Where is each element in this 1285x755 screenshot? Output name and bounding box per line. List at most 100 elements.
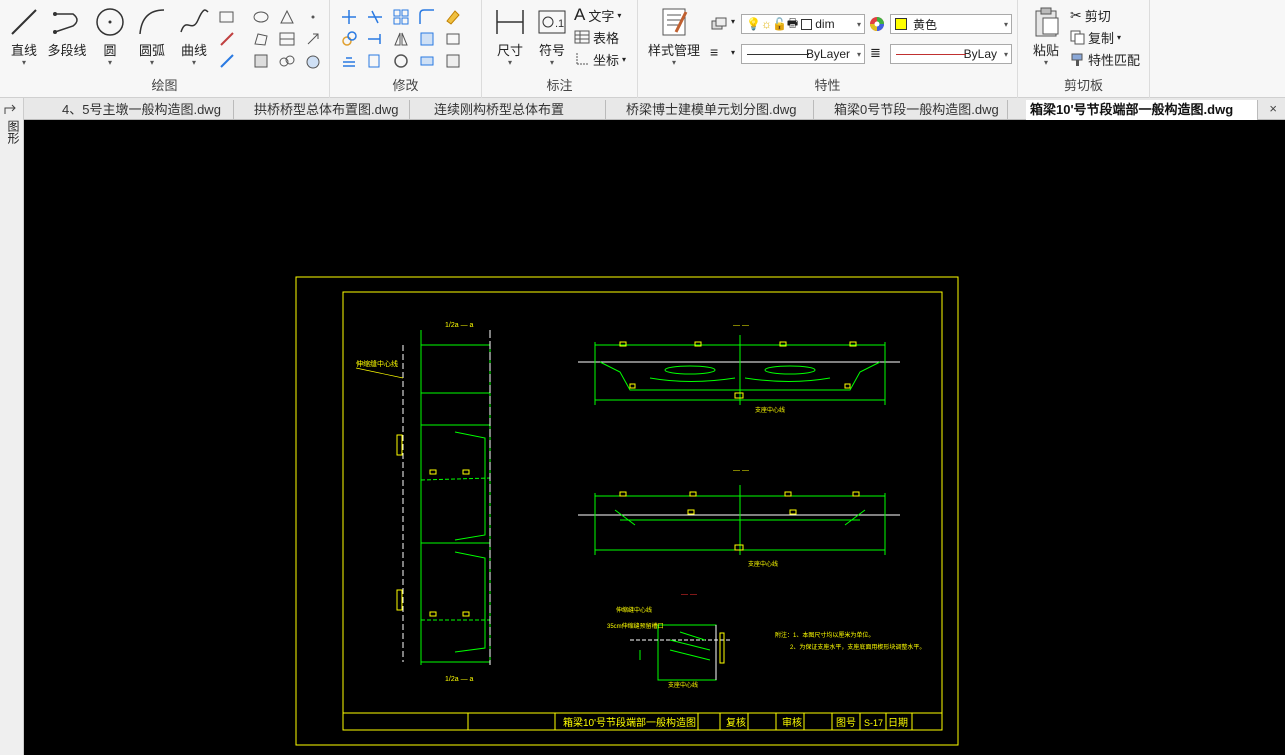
polyline-button[interactable]: 多段线 — [46, 6, 88, 70]
copy-icon — [1070, 30, 1085, 44]
copy-label: 复制 — [1088, 30, 1115, 46]
color-dropdown[interactable]: 黄色 ▾ — [890, 14, 1012, 34]
break-icon[interactable] — [418, 52, 436, 70]
ray-icon[interactable] — [218, 52, 236, 70]
dimension-button[interactable]: 尺寸 ▾ — [490, 6, 530, 70]
chevron-down-icon: ▾ — [107, 58, 112, 67]
array-icon[interactable] — [392, 8, 410, 26]
region-icon[interactable] — [252, 30, 270, 48]
draw-group: 直线 ▾ 多段线 圆 ▾ 圆弧 ▾ 曲线 ▾ 绘图 — [0, 0, 330, 98]
block-icon[interactable] — [252, 52, 270, 70]
drawing-panel-label[interactable]: 图形 — [5, 120, 20, 144]
detail-expansion-note: 伸缩缝中心线 — [616, 606, 652, 614]
point-icon[interactable] — [304, 8, 322, 26]
arrow-icon[interactable] — [304, 30, 322, 48]
panel-toggle-icon[interactable] — [2, 104, 22, 118]
chevron-down-icon: ▾ — [1043, 58, 1048, 67]
chevron-down-icon: ▾ — [191, 58, 196, 67]
note-line-1: 附注：1、本图尺寸均以厘米为单位。 — [775, 631, 874, 639]
note-line-2: 2、为保证支座水平，支座底面用楔形块调整水平。 — [790, 643, 925, 651]
ellipse-icon[interactable] — [252, 8, 270, 26]
cloud-icon[interactable] — [278, 52, 296, 70]
middle-cross-section — [578, 485, 900, 555]
linetype-dropdown[interactable]: ByLayer ▾ — [741, 44, 865, 64]
close-tab-icon[interactable]: × — [1269, 101, 1277, 116]
title-block-audit: 审核 — [782, 716, 802, 729]
text-button[interactable]: A 文字 ▾ — [574, 5, 621, 25]
arc-button[interactable]: 圆弧 ▾ — [132, 6, 172, 70]
printer-icon: 🖶 — [786, 15, 799, 30]
edit-properties-icon[interactable] — [444, 52, 462, 70]
trim-icon[interactable] — [366, 8, 384, 26]
tab-doc-4[interactable]: 桥梁博士建模单元划分图.dwg — [622, 100, 814, 120]
chevron-down-icon: ▾ — [856, 19, 861, 29]
offset-icon[interactable] — [340, 52, 358, 70]
tab-doc-6-active[interactable]: 箱梁10'号节段端部一般构造图.dwg — [1026, 100, 1258, 120]
coordinate-button[interactable]: 坐标 ▾ — [574, 49, 626, 69]
tab-doc-1[interactable]: 4、5号主墩一般构造图.dwg — [58, 100, 234, 120]
symbol-icon: .1 — [538, 10, 566, 34]
rotate-icon[interactable] — [392, 52, 410, 70]
chevron-down-icon: ▾ — [622, 54, 627, 64]
clipboard-group-title: 剪切板 — [1063, 78, 1103, 93]
style-manager-button[interactable]: 样式管理 ▾ — [646, 6, 702, 70]
list-icon[interactable]: ≡ — [710, 44, 718, 60]
extend-icon[interactable] — [366, 30, 384, 48]
layer-state-icon[interactable] — [710, 15, 728, 33]
title-block-no-value: S-17 — [864, 718, 883, 728]
chevron-down-icon: ▾ — [1117, 32, 1122, 42]
layer-dropdown[interactable]: 💡 ☼ 🔓 🖶 dim ▾ — [741, 14, 865, 34]
table-button[interactable]: 表格 — [574, 27, 619, 47]
move-icon[interactable] — [340, 8, 358, 26]
stretch-icon[interactable] — [444, 30, 462, 48]
document-tab-bar: 4、5号主墩一般构造图.dwg 拱桥桥型总体布置图.dwg 连续刚构桥型总体布置… — [0, 98, 1285, 120]
match-properties-button[interactable]: 特性匹配 — [1070, 49, 1140, 69]
svg-text:.1: .1 — [555, 18, 564, 30]
wipeout-icon[interactable] — [304, 52, 322, 70]
scale-icon[interactable] — [366, 52, 384, 70]
copy-object-icon[interactable] — [340, 30, 358, 48]
chevron-down-icon: ▾ — [671, 58, 676, 67]
chevron-down-icon: ▾ — [149, 58, 154, 67]
color-wheel-icon[interactable] — [868, 15, 886, 33]
title-block-drawing-no: 图号 — [836, 717, 856, 729]
sun-icon: ☼ — [760, 17, 772, 31]
tab-doc-3[interactable]: 连续刚构桥型总体布置 — [430, 100, 606, 120]
erase-icon[interactable] — [444, 8, 462, 26]
explode-icon[interactable] — [418, 30, 436, 48]
scissors-icon: ✂ — [1070, 6, 1082, 23]
chevron-down-icon: ▾ — [1003, 49, 1008, 59]
draw-group-title: 绘图 — [151, 78, 178, 93]
style-manager-label: 样式管理 — [647, 43, 700, 58]
copy-button[interactable]: 复制 ▾ — [1070, 27, 1121, 47]
match-brush-icon — [1071, 53, 1083, 66]
paste-button[interactable]: 粘贴 ▾ — [1026, 6, 1066, 70]
middle-section-label: — — — [733, 467, 749, 474]
mirror-icon[interactable] — [392, 30, 410, 48]
bulb-icon: 💡 — [746, 17, 761, 31]
symbol-button[interactable]: .1 符号 ▾ — [532, 6, 572, 70]
bottom-view-label: 1/2a — a — [445, 676, 474, 683]
hatch-icon[interactable] — [218, 30, 236, 48]
line-button[interactable]: 直线 ▾ — [4, 6, 44, 70]
drawing-canvas[interactable]: 1/2a — a 1/2a — a 伸缩缝中心线 — — 支座中心线 — — 支… — [24, 120, 1285, 755]
lineweight-dropdown[interactable]: ByLay ▾ — [890, 44, 1012, 64]
rectangle-icon[interactable] — [218, 8, 236, 26]
fillet-icon[interactable] — [418, 8, 436, 26]
table-grid-icon[interactable] — [278, 30, 296, 48]
cad-drawing[interactable]: 1/2a — a 1/2a — a 伸缩缝中心线 — — 支座中心线 — — 支… — [24, 120, 1285, 755]
tab-doc-2[interactable]: 拱桥桥型总体布置图.dwg — [250, 100, 410, 120]
line-label: 直线 — [10, 43, 37, 58]
curve-label: 曲线 — [180, 43, 207, 58]
tab-doc-5[interactable]: 箱梁0号节段一般构造图.dwg — [830, 100, 1008, 120]
color-swatch — [895, 18, 907, 30]
chevron-down-icon: ▾ — [731, 48, 736, 57]
lock-icon: 🔓 — [771, 17, 787, 31]
circle-button[interactable]: 圆 ▾ — [90, 6, 130, 70]
construction-line-icon[interactable] — [278, 8, 296, 26]
top-view-label: 1/2a — a — [445, 322, 474, 329]
cut-label: 剪切 — [1084, 8, 1111, 24]
curve-button[interactable]: 曲线 ▾ — [174, 6, 214, 70]
cut-button[interactable]: ✂ 剪切 — [1070, 5, 1111, 25]
sheet-inner-border — [342, 291, 943, 731]
